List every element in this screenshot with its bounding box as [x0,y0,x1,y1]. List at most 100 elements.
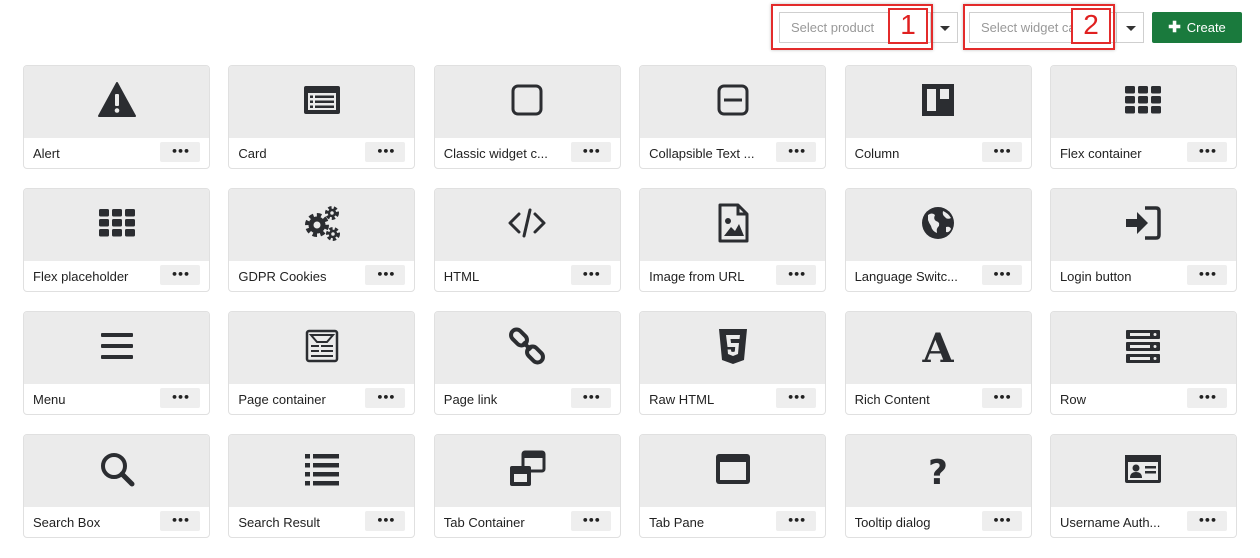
widget-card-label: Flex container [1059,145,1142,161]
server-icon [1123,326,1163,371]
widget-more-button[interactable]: ••• [570,265,611,285]
widget-more-button[interactable]: ••• [981,265,1022,285]
widget-more-button[interactable]: ••• [776,265,817,285]
widget-card-preview[interactable] [640,189,826,261]
widget-more-button[interactable]: ••• [365,142,406,162]
file-image-icon [713,203,753,248]
grid-dots-icon [97,203,137,248]
widget-card-preview[interactable] [1050,435,1236,507]
widget-card-tab-pane[interactable]: Tab Pane ••• [639,434,827,538]
alert-icon [97,80,137,125]
widget-card-flex-container[interactable]: Flex container ••• [1049,65,1237,169]
widget-card-username-auth[interactable]: Username Auth... ••• [1049,434,1237,538]
widget-card-preview[interactable] [1050,66,1236,138]
widget-card-flex-placeholder[interactable]: Flex placeholder ••• [23,188,210,292]
widget-card-menu[interactable]: Menu ••• [23,311,210,415]
widget-card-label: Row [1059,391,1086,407]
columns-icon [918,80,958,125]
widget-card-preview[interactable] [1050,189,1236,261]
widget-card-preview[interactable] [845,66,1031,138]
widget-card-preview[interactable] [1050,312,1236,384]
newspaper-icon [302,326,342,371]
widget-more-button[interactable]: ••• [1186,265,1227,285]
widget-card-preview[interactable] [845,189,1031,261]
widget-more-button[interactable]: ••• [1186,511,1227,531]
widget-card-image-from-url[interactable]: Image from URL ••• [639,188,827,292]
widget-card-preview[interactable] [229,66,415,138]
widget-card-search-result[interactable]: Search Result ••• [228,434,416,538]
widget-more-button[interactable]: ••• [776,511,817,531]
widget-grid: Alert ••• Card ••• Classic widget c... •… [23,65,1237,538]
widget-more-button[interactable]: ••• [365,511,406,531]
widget-more-button[interactable]: ••• [570,511,611,531]
widget-card-card[interactable]: Card ••• [228,65,416,169]
widget-card-page-link[interactable]: Page link ••• [433,311,621,415]
id-card-icon [1123,449,1163,494]
widget-card-gdpr-cookies[interactable]: GDPR Cookies ••• [228,188,416,292]
widget-card-preview[interactable] [229,435,415,507]
widget-more-button[interactable]: ••• [160,142,200,162]
widget-more-button[interactable]: ••• [1186,142,1227,162]
widget-card-label: Alert [33,145,60,161]
widget-more-button[interactable]: ••• [160,511,200,531]
widget-card-collapsible-text[interactable]: Collapsible Text ... ••• [639,65,827,169]
widget-card-tooltip-dialog[interactable]: ? Tooltip dialog ••• [844,434,1032,538]
create-button[interactable]: ✚ Create [1152,12,1242,43]
product-select[interactable]: Select product [779,12,959,43]
widget-card-preview[interactable] [24,189,209,261]
widget-more-button[interactable]: ••• [160,388,200,408]
widget-more-button[interactable]: ••• [160,265,200,285]
widget-card-preview[interactable]: A [845,312,1031,384]
widget-card-preview[interactable]: ? [845,435,1031,507]
widget-card-preview[interactable] [229,312,415,384]
widget-card-classic-widget-c[interactable]: Classic widget c... ••• [433,65,621,169]
widget-card-preview[interactable] [434,312,620,384]
widget-card-search-box[interactable]: Search Box ••• [23,434,210,538]
widget-more-button[interactable]: ••• [981,388,1022,408]
widget-more-button[interactable]: ••• [981,511,1022,531]
create-button-label: Create [1186,20,1226,35]
widget-card-html[interactable]: HTML ••• [433,188,621,292]
widget-card-alert[interactable]: Alert ••• [23,65,210,169]
widget-card-preview[interactable] [640,66,826,138]
widget-card-label: Language Switc... [854,268,958,284]
widget-card-preview[interactable] [434,435,620,507]
widget-card-label: Tab Container [443,514,525,530]
widget-card-preview[interactable] [434,189,620,261]
category-select-caret-icon[interactable] [1116,12,1144,43]
widget-more-button[interactable]: ••• [570,142,611,162]
widget-card-language-switc[interactable]: Language Switc... ••• [844,188,1032,292]
grid-dots-icon [1123,80,1163,125]
widget-card-rich-content[interactable]: A Rich Content ••• [844,311,1032,415]
widget-more-button[interactable]: ••• [1186,388,1227,408]
square-outline-icon [507,80,547,125]
widget-card-preview[interactable] [24,312,209,384]
widget-card-preview[interactable] [640,435,826,507]
category-select[interactable]: Select widget cat [969,12,1144,43]
widget-card-raw-html[interactable]: Raw HTML ••• [639,311,827,415]
widget-card-preview[interactable] [229,189,415,261]
widget-more-button[interactable]: ••• [365,388,406,408]
widget-more-button[interactable]: ••• [776,142,817,162]
widget-card-label: Login button [1059,268,1132,284]
callout-number-2: 2 [1071,8,1111,44]
widget-card-login-button[interactable]: Login button ••• [1049,188,1237,292]
code-icon [507,203,547,248]
widget-more-button[interactable]: ••• [776,388,817,408]
widget-card-preview[interactable] [24,66,209,138]
widget-card-preview[interactable] [640,312,826,384]
cogs-icon [302,203,342,248]
widget-card-page-container[interactable]: Page container ••• [228,311,416,415]
widget-card-label: Card [238,145,267,161]
globe-icon [918,203,958,248]
widget-more-button[interactable]: ••• [365,265,406,285]
widget-card-row[interactable]: Row ••• [1049,311,1237,415]
widget-more-button[interactable]: ••• [981,142,1022,162]
widget-card-tab-container[interactable]: Tab Container ••• [433,434,621,538]
card-icon [302,80,342,125]
product-select-caret-icon[interactable] [930,12,958,43]
widget-more-button[interactable]: ••• [570,388,611,408]
widget-card-column[interactable]: Column ••• [844,65,1032,169]
widget-card-preview[interactable] [24,435,209,507]
widget-card-preview[interactable] [434,66,620,138]
